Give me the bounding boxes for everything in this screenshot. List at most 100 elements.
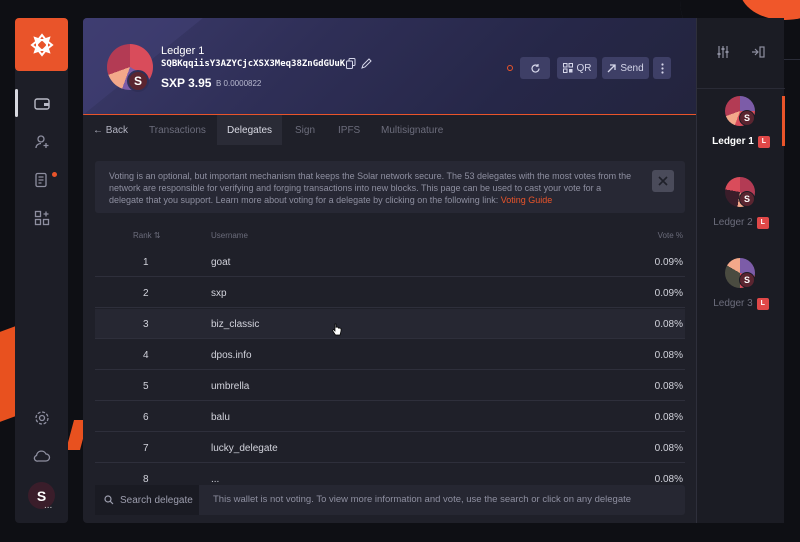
wallet-avatar-initial: S xyxy=(739,110,755,126)
transactions-icon[interactable] xyxy=(31,169,53,191)
search-icon xyxy=(104,495,114,505)
table-row[interactable]: 5 umbrella 0.08% xyxy=(95,371,685,401)
wallet-avatar-initial: S xyxy=(739,272,755,288)
edit-icon[interactable] xyxy=(360,57,372,69)
wallet-list-item[interactable]: S Ledger 2L xyxy=(697,177,785,257)
delegates-table-header: Rank ⇅ Username Vote % xyxy=(95,231,685,245)
wallet-address: SQBKqqiisY3AZYCjcXSX3Meq38ZnGdGUuK xyxy=(161,59,346,69)
tab-ipfs[interactable]: IPFS xyxy=(338,115,360,145)
delegate-rank: 6 xyxy=(143,412,149,423)
wallet-avatar-initial: S xyxy=(739,191,755,207)
delegate-vote: 0.08% xyxy=(654,381,683,392)
send-button-label: Send xyxy=(620,62,644,74)
table-row[interactable]: 2 sxp 0.09% xyxy=(95,278,685,308)
wallet-balance-btc: B 0.0000822 xyxy=(216,79,262,88)
search-delegate-button[interactable]: Search delegate xyxy=(95,485,199,515)
wallet-name: Ledger 1 xyxy=(161,45,205,57)
wallet-header: S Ledger 1 SQBKqqiisY3AZYCjcXSX3Meq38ZnG… xyxy=(83,18,696,115)
table-row[interactable]: 7 lucky_delegate 0.08% xyxy=(95,433,685,463)
voting-info-notice: Voting is an optional, but important mec… xyxy=(95,161,685,213)
delegate-rank: 1 xyxy=(143,257,149,268)
tab-back[interactable]: ← Back xyxy=(93,115,128,145)
close-notice-button[interactable] xyxy=(652,170,674,192)
delegate-username: umbrella xyxy=(211,381,250,392)
delegate-vote: 0.08% xyxy=(654,319,683,330)
more-options-button[interactable] xyxy=(653,57,671,79)
copy-icon[interactable] xyxy=(345,57,357,69)
delegate-vote: 0.08% xyxy=(654,412,683,423)
delegate-rank: 7 xyxy=(143,443,149,454)
tab-transactions[interactable]: Transactions xyxy=(149,115,206,145)
delegate-vote: 0.08% xyxy=(654,443,683,454)
send-arrow-icon xyxy=(607,63,616,72)
delegate-rank: 5 xyxy=(143,381,149,392)
wallet-list-item[interactable]: S Ledger 1L xyxy=(697,96,785,176)
delegate-username: balu xyxy=(211,412,230,423)
wallet-active-indicator xyxy=(782,96,785,146)
delegate-rank: 2 xyxy=(143,288,149,299)
wallet-avatar-initial: S xyxy=(127,70,149,92)
wallet-list-label: Ledger 1L xyxy=(697,136,785,148)
wallets-panel: S Ledger 1L S Ledger 2L S Ledger 3L xyxy=(696,18,785,523)
delegate-username: biz_classic xyxy=(211,319,260,330)
solar-logo[interactable] xyxy=(15,18,68,71)
qr-button-label: QR xyxy=(576,62,592,74)
wallet-balance: SXP 3.95 xyxy=(161,76,212,90)
notice-text: Voting is an optional, but important mec… xyxy=(109,171,632,205)
send-button[interactable]: Send xyxy=(602,57,649,79)
username-column-header: Username xyxy=(211,231,248,240)
delegate-username: sxp xyxy=(211,288,227,299)
wallet-list-label: Ledger 3L xyxy=(697,298,785,310)
table-row[interactable]: 1 goat 0.09% xyxy=(95,247,685,277)
wallet-list-label: Ledger 2L xyxy=(697,217,785,229)
delegates-footer: Search delegate This wallet is not votin… xyxy=(95,485,685,515)
tab-multisignature[interactable]: Multisignature xyxy=(381,115,443,145)
table-row[interactable]: 3 biz_classic 0.08% xyxy=(95,309,685,339)
delegate-username: ... xyxy=(211,474,220,485)
plugins-icon[interactable] xyxy=(31,207,53,229)
filter-icon[interactable] xyxy=(715,44,731,60)
status-indicator-icon xyxy=(507,65,513,71)
delegates-table-body: 1 goat 0.09% 2 sxp 0.09% 3 biz_classic 0… xyxy=(95,247,685,493)
ledger-badge: L xyxy=(756,217,769,229)
mouse-cursor-icon xyxy=(332,323,342,341)
profile-more-icon[interactable]: ... xyxy=(44,500,52,511)
notification-dot xyxy=(52,172,57,177)
wallet-icon[interactable] xyxy=(31,93,53,115)
close-icon xyxy=(658,176,668,186)
refresh-button[interactable] xyxy=(520,57,550,79)
wallet-tabs: ← Back Transactions Delegates Sign IPFS … xyxy=(83,115,696,145)
ledger-badge: L xyxy=(757,136,770,148)
ledger-badge: L xyxy=(756,298,769,310)
delegate-username: dpos.info xyxy=(211,350,252,361)
tab-delegates[interactable]: Delegates xyxy=(217,115,283,145)
vote-column-header: Vote % xyxy=(657,231,683,240)
delegate-username: goat xyxy=(211,257,231,268)
settings-icon[interactable] xyxy=(31,407,53,429)
table-row[interactable]: 6 balu 0.08% xyxy=(95,402,685,432)
delegate-rank: 3 xyxy=(143,319,149,330)
panel-divider xyxy=(697,88,785,89)
delegate-rank: 4 xyxy=(143,350,149,361)
delegate-vote: 0.09% xyxy=(654,257,683,268)
not-voting-message: This wallet is not voting. To view more … xyxy=(213,494,632,505)
contacts-icon[interactable] xyxy=(31,131,53,153)
delegate-vote: 0.08% xyxy=(654,350,683,361)
wallet-list-item[interactable]: S Ledger 3L xyxy=(697,258,785,338)
delegate-vote: 0.08% xyxy=(654,474,683,485)
delegate-vote: 0.09% xyxy=(654,288,683,299)
wallet-main-panel: S Ledger 1 SQBKqqiisY3AZYCjcXSX3Meq38ZnG… xyxy=(83,18,696,523)
search-delegate-label: Search delegate xyxy=(120,494,193,506)
delegate-username: lucky_delegate xyxy=(211,443,278,454)
cloud-icon[interactable] xyxy=(31,445,53,467)
collapse-panel-icon[interactable] xyxy=(750,44,766,60)
tab-sign[interactable]: Sign xyxy=(295,115,315,145)
voting-guide-link[interactable]: Voting Guide xyxy=(501,195,553,205)
qr-button[interactable]: QR xyxy=(557,57,597,79)
sidebar-active-indicator xyxy=(15,89,18,117)
rank-column-header[interactable]: Rank ⇅ xyxy=(133,231,161,240)
main-sidebar: S ... xyxy=(15,18,68,523)
qr-icon xyxy=(562,63,573,73)
table-row[interactable]: 4 dpos.info 0.08% xyxy=(95,340,685,370)
delegate-rank: 8 xyxy=(143,474,149,485)
